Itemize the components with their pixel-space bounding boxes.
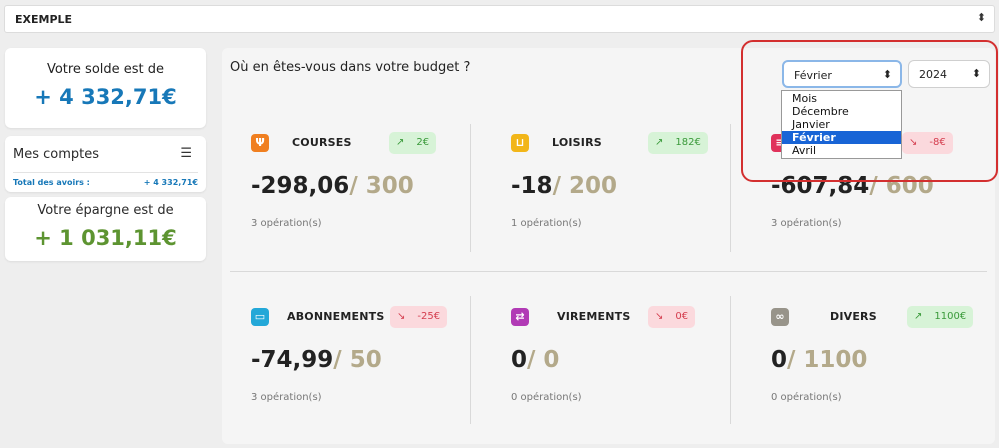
limit-value: / 200 [552,173,617,199]
operations-count: 1 opération(s) [511,218,582,229]
trend-badge: ↗ 1100€ [907,306,974,328]
column-divider [730,124,731,252]
row-divider [230,271,987,272]
trend-badge: ↘ -8€ [902,132,953,154]
spent-amount: -18/ 200 [511,173,617,199]
month-select[interactable]: Février ⬍ [782,60,902,88]
badge-value: 1100€ [934,311,967,322]
balance-amount: + 4 332,71€ [34,85,177,109]
trend-icon: ↗ [396,137,405,148]
total-assets-value: + 4 332,71€ [143,178,198,187]
operations-count: 0 opération(s) [771,392,842,403]
badge-value: -8€ [929,137,946,148]
operations-count: 3 opération(s) [251,392,322,403]
month-option[interactable]: Avril [782,144,901,157]
account-select-value: EXEMPLE [15,13,73,26]
year-select[interactable]: 2024 ⬍ [908,60,990,88]
year-select-value: 2024 [919,68,947,81]
spent-value: -607,84 [771,173,870,199]
operations-count: 0 opération(s) [511,392,582,403]
badge-value: 0€ [675,311,689,322]
trend-badge: ↘ 0€ [648,306,696,328]
spent-value: -298,06 [251,173,350,199]
month-dropdown-list[interactable]: Mois Décembre Janvier Février Avril [781,90,902,159]
divider [13,172,198,173]
savings-amount: + 1 031,11€ [34,226,177,250]
cart-icon: ⊔ [511,134,529,152]
spent-amount: -74,99/ 50 [251,347,382,373]
category-name: DIVERS [830,310,877,323]
spent-amount: 0/ 1100 [771,347,867,373]
spent-value: 0 [771,347,788,373]
trend-icon: ↘ [655,311,664,322]
total-assets-label: Total des avoirs : [13,178,90,187]
operations-count: 3 opération(s) [771,218,842,229]
month-option[interactable]: Mois [782,92,901,105]
month-option[interactable]: Février [782,131,901,144]
accounts-card: Mes comptes ☰ Total des avoirs : + 4 332… [5,136,206,192]
transfer-icon: ⇄ [511,308,529,326]
accounts-title: Mes comptes [13,147,100,162]
limit-value: / 600 [869,173,934,199]
budget-question: Où en êtes-vous dans votre budget ? [230,60,471,75]
utensils-icon: Ψ [251,134,269,152]
badge-value: -25€ [417,311,441,322]
limit-value: / 0 [527,347,560,373]
spent-amount: 0/ 0 [511,347,559,373]
category-courses[interactable]: Ψ COURSES ↗ 2€ -298,06/ 300 3 opération(s… [242,128,482,278]
category-virements[interactable]: ⇄ VIREMENTS ↘ 0€ 0/ 0 0 opération(s) [502,302,742,448]
account-select[interactable]: EXEMPLE ⬍ [4,5,995,33]
spent-value: -74,99 [251,347,334,373]
column-divider [470,124,471,252]
badge-value: 2€ [416,137,430,148]
trend-badge: ↗ 2€ [389,132,437,154]
category-name: COURSES [292,136,352,149]
month-select-value: Février [794,69,832,82]
select-arrows-icon: ⬍ [971,67,981,80]
trend-icon: ↘ [909,137,918,148]
spent-value: -18 [511,173,553,199]
category-loisirs[interactable]: ⊔ LOISIRS ↗ 182€ -18/ 200 1 opération(s) [502,128,742,278]
savings-label: Votre épargne est de [37,203,174,218]
trend-badge: ↗ 182€ [648,132,708,154]
balance-label: Votre solde est de [46,62,165,77]
trend-icon: ↗ [914,311,923,322]
misc-icon: ∞ [771,308,789,326]
select-arrows-icon: ⬍ [976,11,986,24]
balance-card: Votre solde est de + 4 332,71€ [5,48,206,128]
month-option[interactable]: Janvier [782,118,901,131]
filter-icon[interactable]: ☰ [180,146,192,161]
category-divers[interactable]: ∞ DIVERS ↗ 1100€ 0/ 1100 0 opération(s) [762,302,999,448]
trend-badge: ↘ -25€ [390,306,448,328]
trend-icon: ↘ [397,311,406,322]
card-icon: ▭ [251,308,269,326]
operations-count: 3 opération(s) [251,218,322,229]
category-abonnements[interactable]: ▭ ABONNEMENTS ↘ -25€ -74,99/ 50 3 opérati… [242,302,482,448]
limit-value: / 300 [349,173,414,199]
category-name: LOISIRS [552,136,602,149]
trend-icon: ↗ [655,137,664,148]
spent-value: 0 [511,347,528,373]
savings-card: Votre épargne est de + 1 031,11€ [5,197,206,261]
spent-amount: -607,84/ 600 [771,173,934,199]
budget-panel: Où en êtes-vous dans votre budget ? Ψ CO… [222,40,998,444]
category-name: ABONNEMENTS [287,310,385,323]
spent-amount: -298,06/ 300 [251,173,414,199]
select-arrows-icon: ⬍ [882,68,892,81]
limit-value: / 50 [333,347,382,373]
month-option[interactable]: Décembre [782,105,901,118]
category-name: VIREMENTS [557,310,631,323]
limit-value: / 1100 [787,347,868,373]
badge-value: 182€ [675,137,701,148]
